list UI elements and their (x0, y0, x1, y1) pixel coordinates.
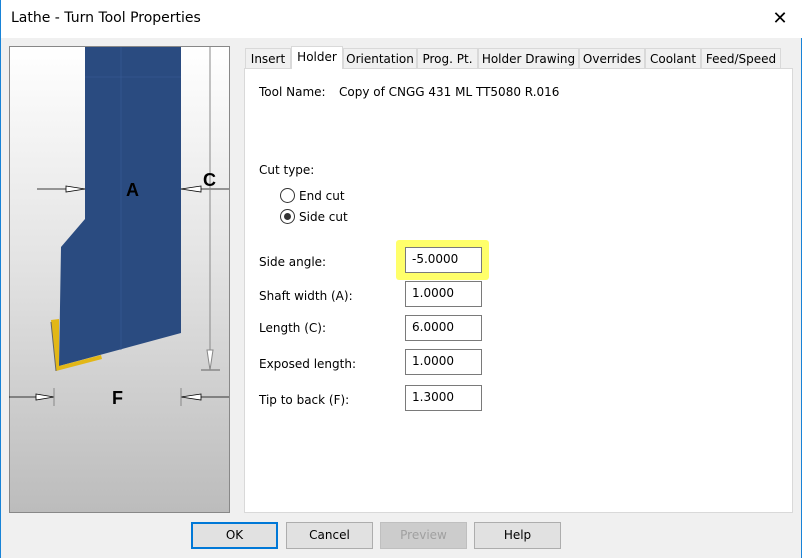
tool-name-label: Tool Name: (259, 85, 326, 99)
tab-insert[interactable]: Insert (245, 48, 291, 69)
tab-prog-pt[interactable]: Prog. Pt. (417, 48, 478, 69)
tab-feed-speed[interactable]: Feed/Speed (701, 48, 781, 69)
tab-holder[interactable]: Holder (291, 46, 343, 69)
length-label: Length (C): (259, 321, 326, 335)
preview-button: Preview (380, 522, 467, 549)
cut-type-label: Cut type: (259, 163, 315, 177)
end-cut-label[interactable]: End cut (299, 189, 345, 203)
label-a: A (126, 180, 139, 200)
side-angle-input[interactable]: -5.0000 (405, 247, 482, 273)
cancel-button[interactable]: Cancel (286, 522, 373, 549)
label-f: F (112, 388, 123, 408)
ok-button[interactable]: OK (191, 522, 278, 549)
tab-holder-drawing[interactable]: Holder Drawing (478, 48, 579, 69)
holder-drawing: A C F (9, 47, 229, 408)
side-cut-label[interactable]: Side cut (299, 210, 348, 224)
tool-name-value: Copy of CNGG 431 ML TT5080 R.016 (339, 85, 560, 99)
end-cut-radio[interactable] (280, 188, 295, 203)
exposed-length-input[interactable]: 1.0000 (405, 349, 482, 375)
label-c: C (203, 170, 216, 190)
shaft-width-label: Shaft width (A): (259, 289, 353, 303)
tip-to-back-input[interactable]: 1.3000 (405, 385, 482, 411)
side-cut-radio[interactable] (280, 209, 295, 224)
close-icon[interactable]: ✕ (757, 0, 802, 38)
tab-orientation[interactable]: Orientation (343, 48, 417, 69)
shaft-width-input[interactable]: 1.0000 (405, 281, 482, 307)
side-angle-label: Side angle: (259, 255, 327, 269)
length-input[interactable]: 6.0000 (405, 315, 482, 341)
exposed-length-label: Exposed length: (259, 357, 357, 371)
holder-body (59, 47, 181, 366)
tip-to-back-label: Tip to back (F): (259, 393, 350, 407)
help-button[interactable]: Help (474, 522, 561, 549)
tab-overrides[interactable]: Overrides (579, 48, 645, 69)
dialog-window: Lathe - Turn Tool Properties ✕ A C F Ins… (0, 0, 802, 558)
tab-coolant[interactable]: Coolant (645, 48, 701, 69)
